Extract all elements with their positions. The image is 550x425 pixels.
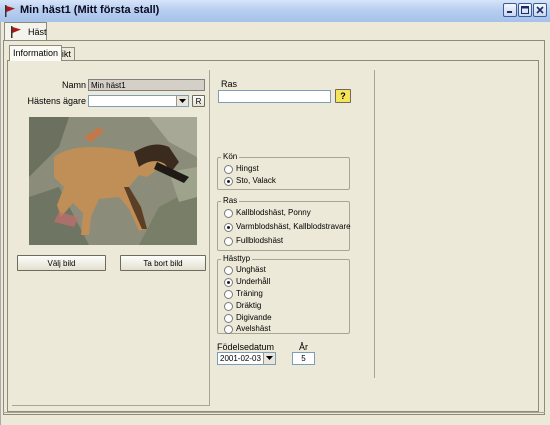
radio-draktig[interactable] [224,302,233,311]
panel-bottom-line [12,405,210,406]
owner-label: Hästens ägare [27,96,86,106]
tab-information[interactable]: Information [9,45,63,61]
remove-image-button[interactable]: Ta bort bild [120,255,206,271]
app-flag-icon [5,5,15,17]
gender-group [217,157,350,190]
window-title: Min häst1 (Mitt första stall) [20,4,160,16]
horse-image [29,117,197,245]
chevron-down-icon[interactable] [176,96,188,106]
birth-date-picker[interactable]: 2001-02-03 [217,352,276,365]
close-icon [536,6,544,14]
minimize-button[interactable] [503,3,517,17]
column-divider [209,70,210,405]
radio-label-kallblod: Kallblodshäst, Ponny [236,208,311,217]
radio-label-digivande: Digivande [236,313,272,322]
radio-fullblod[interactable] [224,237,233,246]
breed-group-title: Ras [221,196,240,205]
choose-image-button[interactable]: Välj bild [17,255,106,271]
breed-help-button[interactable]: ? [335,89,351,103]
radio-underhall[interactable] [224,278,233,287]
radio-label-underhall: Underhåll [236,277,271,286]
birth-date-label: Födelsedatum [217,342,275,352]
close-button[interactable] [533,3,547,17]
column-divider [374,70,375,378]
horsetype-group-title: Hästtyp [221,254,253,263]
radio-digivande[interactable] [224,314,233,323]
radio-varmblod[interactable] [224,223,233,232]
age-field[interactable]: 5 [292,352,315,365]
maximize-icon [521,6,529,14]
horse-flag-icon [11,26,21,38]
breed-label: Ras [221,79,238,89]
name-field[interactable]: Min häst1 [88,79,205,91]
status-divider [3,412,545,413]
radio-kallblod[interactable] [224,209,233,218]
birth-date-value: 2001-02-03 [220,354,261,363]
owner-r-button[interactable]: R [192,95,205,107]
gender-group-title: Kön [221,152,240,161]
radio-label-fullblod: Fullblodshäst [236,236,284,245]
radio-label-draktig: Dräktig [236,301,262,310]
radio-label-traning: Träning [236,289,263,298]
radio-traning[interactable] [224,290,233,299]
minimize-icon [507,11,512,13]
radio-label-sto-valack: Sto, Valack [236,176,276,185]
maximize-button[interactable] [518,3,532,17]
document-tab[interactable]: Häst [4,22,47,40]
document-tab-label: Häst [28,27,47,37]
radio-unghast[interactable] [224,266,233,275]
breed-input[interactable] [218,90,331,103]
radio-label-avelshast: Avelshäst [236,324,271,333]
radio-label-hingst: Hingst [236,164,259,173]
radio-hingst[interactable] [224,165,233,174]
radio-avelshast[interactable] [224,325,233,334]
chevron-down-icon[interactable] [263,353,275,364]
radio-label-varmblod: Varmblodshäst, Kallblodstravare [236,222,351,231]
owner-select[interactable] [88,95,189,107]
name-label: Namn [61,80,86,90]
radio-sto-valack[interactable] [224,177,233,186]
radio-label-unghast: Unghäst [236,265,266,274]
age-label: År [299,342,308,352]
